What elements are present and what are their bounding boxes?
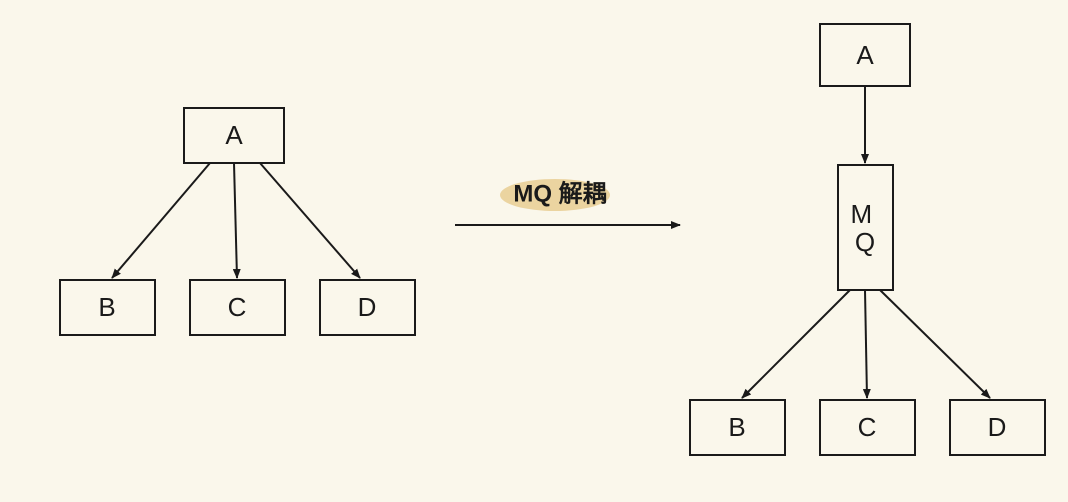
right-edge-mq-b	[742, 290, 850, 398]
left-edge-a-b	[112, 163, 210, 278]
right-node-b-label: B	[728, 412, 745, 442]
right-node-mq-label: M Q	[851, 199, 880, 257]
left-graph: A B C D	[60, 108, 415, 335]
left-edge-a-d	[260, 163, 360, 278]
transition-label: MQ 解耦	[513, 179, 606, 207]
right-node-c-label: C	[858, 412, 877, 442]
right-node-mq: M Q	[838, 165, 893, 290]
right-node-b: B	[690, 400, 785, 455]
left-node-b: B	[60, 280, 155, 335]
left-node-d-label: D	[358, 292, 377, 322]
right-node-d: D	[950, 400, 1045, 455]
left-edge-a-c	[234, 163, 237, 278]
left-node-c-label: C	[228, 292, 247, 322]
transition: MQ 解耦	[455, 179, 680, 225]
right-node-d-label: D	[988, 412, 1007, 442]
left-node-d: D	[320, 280, 415, 335]
right-node-a: A	[820, 24, 910, 86]
left-node-c: C	[190, 280, 285, 335]
right-edge-mq-d	[880, 290, 990, 398]
right-graph: A M Q B C D	[690, 24, 1045, 455]
left-node-a-label: A	[225, 120, 243, 150]
left-node-a: A	[184, 108, 284, 163]
right-node-c: C	[820, 400, 915, 455]
right-node-a-label: A	[856, 40, 874, 70]
right-edge-mq-c	[865, 290, 867, 398]
left-node-b-label: B	[98, 292, 115, 322]
